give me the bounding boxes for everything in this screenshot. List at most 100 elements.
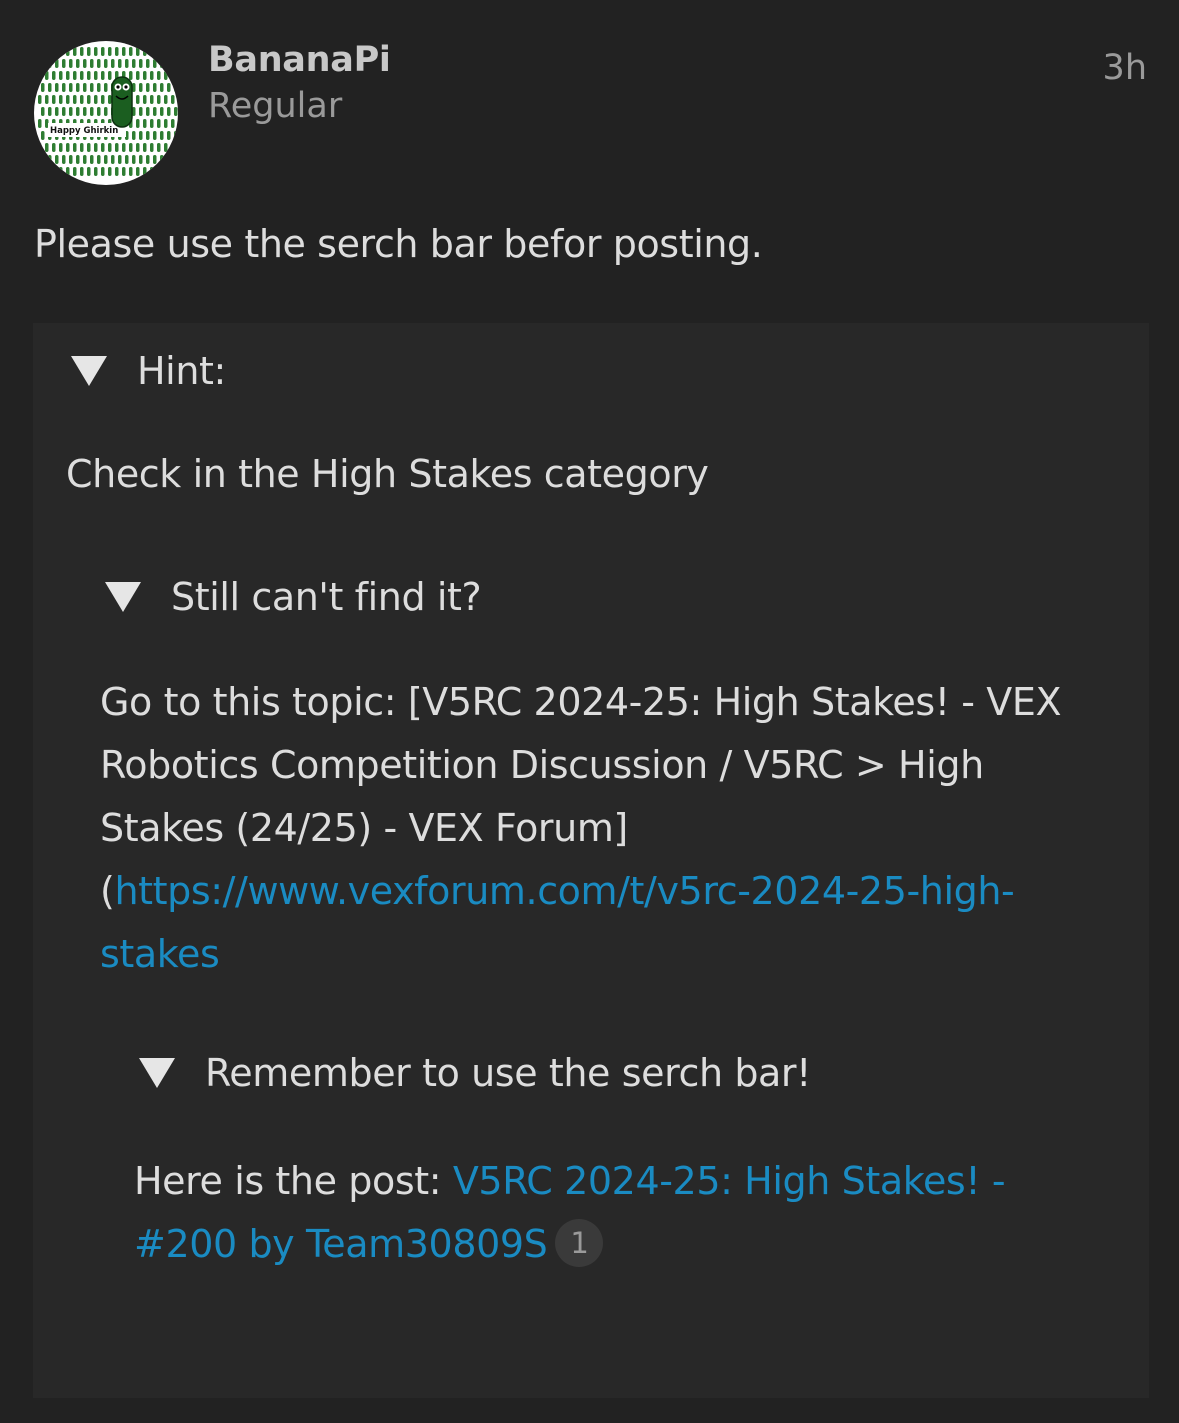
hint-text: Check in the High Stakes category [66, 452, 709, 496]
pickle-pattern-icon [171, 167, 175, 176]
pickle-pattern-icon [38, 95, 42, 104]
pickle-pattern-icon [90, 83, 94, 92]
pickle-pattern-icon [153, 131, 157, 140]
pickle-pattern-icon [164, 143, 168, 152]
pickle-pattern-icon [108, 71, 112, 80]
pickle-pattern-icon [143, 143, 147, 152]
pickle-pattern-icon [167, 107, 171, 116]
remember-summary[interactable]: Remember to use the serch bar! [139, 1051, 811, 1095]
post-reference-text: Here is the post: [134, 1159, 453, 1203]
pickle-pattern-icon [153, 83, 157, 92]
pickle-pattern-icon [62, 83, 66, 92]
pickle-pattern-icon [143, 71, 147, 80]
pickle-pattern-icon [167, 59, 171, 68]
post-body-text: Please use the serch bar befor posting. [34, 222, 763, 266]
pickle-pattern-icon [164, 95, 168, 104]
pickle-pattern-icon [101, 95, 105, 104]
still-cant-find-summary-label: Still can't find it? [171, 575, 482, 619]
pickle-pattern-icon [167, 131, 171, 140]
pickle-pattern-icon [115, 167, 119, 176]
pickle-pattern-icon [136, 119, 140, 128]
pickle-pattern-icon [59, 143, 63, 152]
pickle-pattern-icon [157, 143, 161, 152]
pickle-pattern-icon [146, 83, 150, 92]
pickle-pattern-icon [52, 47, 56, 56]
pickle-pattern-icon [171, 95, 175, 104]
triangle-down-icon [71, 356, 107, 386]
pickle-pattern-icon [167, 155, 171, 164]
pickle-pattern-icon [73, 143, 77, 152]
pickle-pattern-icon [38, 119, 42, 128]
pickle-pattern-icon [139, 83, 143, 92]
pickle-pattern-icon [146, 107, 150, 116]
user-title: Regular [208, 86, 343, 126]
hint-summary[interactable]: Hint: [71, 349, 226, 393]
pickle-pattern-icon [55, 155, 59, 164]
pickle-pattern-icon [174, 59, 178, 68]
pickle-pattern-icon [108, 167, 112, 176]
avatar-caption: Happy Ghirkin [50, 126, 118, 136]
avatar[interactable]: Happy Ghirkin [34, 41, 178, 185]
pickle-pattern-icon [108, 95, 112, 104]
pickle-pattern-icon [69, 107, 73, 116]
still-cant-find-summary[interactable]: Still can't find it? [105, 575, 482, 619]
pickle-pattern-icon [73, 71, 77, 80]
pickle-pattern-icon [94, 71, 98, 80]
pickle-pattern-icon [73, 47, 77, 56]
pickle-pattern-icon [157, 95, 161, 104]
topic-link[interactable]: https://www.vexforum.com/t/v5rc-2024-25-… [100, 869, 1015, 976]
click-count-badge: 1 [555, 1218, 604, 1267]
pickle-pattern-icon [139, 107, 143, 116]
pickle-pattern-icon [146, 131, 150, 140]
pickle-pattern-icon [143, 119, 147, 128]
pickle-pattern-icon [101, 167, 105, 176]
pickle-pattern-icon [38, 143, 42, 152]
pickle-pattern-icon [76, 155, 80, 164]
pickle-pattern-icon [52, 71, 56, 80]
forum-post: Happy Ghirkin BananaPi Regular 3h Please… [0, 0, 1179, 1423]
pickle-pattern-icon [45, 47, 49, 56]
pickle-pattern-icon [62, 107, 66, 116]
pickle-pattern-icon [76, 107, 80, 116]
pickle-pattern-icon [66, 143, 70, 152]
pickle-pattern-icon [59, 167, 63, 176]
pickle-pattern-icon [129, 167, 133, 176]
pickle-pattern-icon [111, 59, 115, 68]
pickle-pattern-icon [174, 155, 178, 164]
pickle-pattern-icon [87, 95, 91, 104]
pickle-pattern-icon [55, 83, 59, 92]
pickle-pattern-icon [62, 59, 66, 68]
pickle-pattern-icon [132, 155, 136, 164]
pickle-pattern-icon [69, 83, 73, 92]
topic-paragraph: Go to this topic: [V5RC 2024-25: High St… [100, 671, 1090, 986]
pickle-pattern-icon [48, 59, 52, 68]
pickle-pattern-icon [164, 119, 168, 128]
pickle-pattern-icon [171, 47, 175, 56]
pickle-pattern-icon [157, 119, 161, 128]
pickle-pattern-icon [136, 95, 140, 104]
pickle-pattern-icon [101, 71, 105, 80]
pickle-pattern-icon [139, 131, 143, 140]
pickle-pattern-icon [66, 95, 70, 104]
pickle-pattern-icon [69, 59, 73, 68]
pickle-pattern-icon [80, 47, 84, 56]
username[interactable]: BananaPi [208, 40, 391, 80]
pickle-pattern-icon [115, 143, 119, 152]
pickle-pattern-icon [150, 119, 154, 128]
pickle-pattern-icon [45, 95, 49, 104]
pickle-pattern-icon [76, 59, 80, 68]
pickle-pattern-icon [150, 143, 154, 152]
post-age[interactable]: 3h [1103, 48, 1147, 88]
pickle-pattern-icon [45, 143, 49, 152]
pickle-pattern-icon [118, 59, 122, 68]
pickle-pattern-icon [90, 155, 94, 164]
pickle-pattern-icon [87, 143, 91, 152]
pickle-pattern-icon [150, 47, 154, 56]
pickle-pattern-icon [38, 47, 42, 56]
pickle-pattern-icon [41, 83, 45, 92]
pickle-pattern-icon [48, 107, 52, 116]
pickle-pattern-icon [101, 143, 105, 152]
pickle-pattern-icon [94, 167, 98, 176]
pickle-pattern-icon [87, 47, 91, 56]
pickle-pattern-icon [150, 95, 154, 104]
